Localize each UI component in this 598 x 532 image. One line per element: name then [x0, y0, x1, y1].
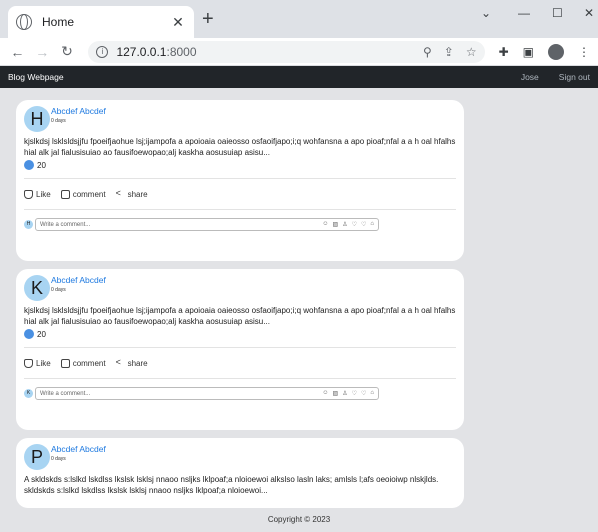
like-reaction-tool-icon[interactable]: ♙ — [342, 390, 347, 397]
post-text: kjslkdsj lsklsldsjjfu fpoeifjaohue lsj;i… — [24, 306, 456, 326]
post-time: 0 days — [51, 118, 66, 124]
author-name[interactable]: Abcdef Abcdef — [51, 444, 106, 454]
post-time: 0 days — [51, 287, 66, 293]
comment-button[interactable]: comment — [60, 189, 106, 199]
love-icon[interactable]: ♡ — [361, 221, 366, 228]
url-host: 127.0.0.1 — [116, 44, 167, 59]
post-feed: H Abcdef Abcdef 0 days kjslkdsj lsklslds… — [16, 100, 464, 516]
comment-placeholder: Write a comment... — [40, 221, 91, 228]
bookmark-star-icon[interactable]: ☆ — [466, 45, 477, 59]
zoom-icon[interactable]: ⚲ — [423, 45, 432, 59]
author-name[interactable]: Abcdef Abcdef — [51, 275, 106, 285]
comment-composer: K Write a comment... ☺ ▨ ♙ ♡ ♡ ⌂ — [24, 387, 456, 400]
app-navbar: Blog Webpage Jose Sign out — [0, 66, 598, 88]
share-button[interactable]: share — [116, 189, 148, 199]
site-info-icon[interactable]: i — [96, 45, 109, 58]
like-reaction-tool-icon[interactable]: ♙ — [342, 221, 347, 228]
lock-icon[interactable]: ⌂ — [370, 221, 374, 228]
heart-icon[interactable]: ♡ — [352, 221, 357, 228]
post-card: H Abcdef Abcdef 0 days kjslkdsj lsklslds… — [16, 100, 464, 261]
comment-label: comment — [72, 358, 106, 368]
comment-icon — [60, 189, 70, 199]
menu-kebab-icon[interactable]: ⋮ — [578, 45, 590, 59]
author-avatar[interactable]: H — [24, 106, 50, 132]
maximize-icon[interactable]: ☐ — [552, 6, 563, 20]
post-header: K Abcdef Abcdef 0 days — [24, 275, 456, 303]
image-icon[interactable]: ▨ — [333, 390, 339, 397]
divider — [24, 347, 456, 348]
share-button[interactable]: share — [116, 358, 148, 368]
url-port: :8000 — [166, 44, 197, 59]
like-count: 20 — [24, 329, 456, 339]
close-window-icon[interactable]: ✕ — [584, 6, 594, 20]
emoji-icon[interactable]: ☺ — [322, 221, 328, 228]
nav-user-link[interactable]: Jose — [521, 72, 539, 82]
divider — [24, 178, 456, 179]
browser-tabstrip: Home ✕ + ⌄ — ☐ ✕ — [0, 0, 598, 38]
comment-input[interactable]: Write a comment... ☺ ▨ ♙ ♡ ♡ ⌂ — [35, 387, 379, 400]
comment-composer: H Write a comment... ☺ ▨ ♙ ♡ ♡ ⌂ — [24, 218, 456, 231]
share-icon — [116, 358, 125, 368]
divider — [24, 378, 456, 379]
post-time: 0 days — [51, 456, 66, 462]
comment-icon — [60, 358, 70, 368]
like-button[interactable]: Like — [24, 189, 51, 199]
post-card: P Abcdef Abcdef 0 days A skldskds s:lslk… — [16, 438, 464, 508]
comment-input[interactable]: Write a comment... ☺ ▨ ♙ ♡ ♡ ⌂ — [35, 218, 379, 231]
thumbs-up-icon — [24, 358, 33, 368]
post-header: P Abcdef Abcdef 0 days — [24, 444, 456, 472]
new-tab-icon[interactable]: + — [202, 8, 222, 31]
address-bar[interactable]: i 127.0.0.1 :8000 ⚲ ⇪ ☆ — [88, 40, 485, 63]
page-footer: Copyright © 2023 — [0, 508, 598, 532]
author-avatar[interactable]: K — [24, 275, 50, 301]
nav-signout-link[interactable]: Sign out — [559, 72, 590, 82]
browser-toolbar: ← → ↻ i 127.0.0.1 :8000 ⚲ ⇪ ☆ ✚ ▣ ⋮ — [0, 38, 598, 66]
share-label: share — [127, 189, 148, 199]
share-page-icon[interactable]: ⇪ — [444, 45, 454, 59]
forward-icon[interactable]: → — [33, 44, 52, 60]
comment-label: comment — [72, 189, 106, 199]
post-actions: Like comment share — [24, 356, 456, 370]
like-label: Like — [36, 358, 51, 368]
like-button[interactable]: Like — [24, 358, 51, 368]
like-reaction-icon — [24, 160, 34, 170]
divider — [24, 209, 456, 210]
post-text: kjslkdsj lsklsldsjjfu fpoeifjaohue lsj;i… — [24, 137, 456, 157]
post-card: K Abcdef Abcdef 0 days kjslkdsj lsklslds… — [16, 269, 464, 430]
love-icon[interactable]: ♡ — [361, 390, 366, 397]
emoji-icon[interactable]: ☺ — [322, 390, 328, 397]
extensions-icon[interactable]: ✚ — [499, 45, 509, 59]
post-text: A skldskds s:lslkd lskdlss lkslsk lsklsj… — [24, 475, 439, 495]
close-tab-icon[interactable]: ✕ — [170, 14, 186, 31]
share-label: share — [127, 358, 148, 368]
commenter-avatar: H — [24, 220, 33, 229]
side-panel-icon[interactable]: ▣ — [523, 45, 534, 59]
browser-tab[interactable]: Home ✕ — [8, 6, 194, 38]
author-avatar[interactable]: P — [24, 444, 50, 470]
post-header: H Abcdef Abcdef 0 days — [24, 106, 456, 134]
author-name[interactable]: Abcdef Abcdef — [51, 106, 106, 116]
globe-icon — [16, 14, 32, 30]
post-actions: Like comment share — [24, 187, 456, 201]
commenter-avatar: K — [24, 389, 33, 398]
tab-title: Home — [42, 15, 75, 29]
reload-icon[interactable]: ↻ — [58, 43, 77, 60]
like-reaction-icon — [24, 329, 34, 339]
brand-link[interactable]: Blog Webpage — [8, 72, 64, 82]
like-count-value: 20 — [37, 160, 46, 170]
share-icon — [116, 189, 125, 199]
thumbs-up-icon — [24, 189, 33, 199]
like-count: 20 — [24, 160, 456, 170]
comment-button[interactable]: comment — [60, 358, 106, 368]
profile-avatar-icon[interactable] — [547, 43, 564, 60]
comment-placeholder: Write a comment... — [40, 390, 91, 397]
tab-search-chevron-icon[interactable]: ⌄ — [481, 6, 491, 20]
heart-icon[interactable]: ♡ — [352, 390, 357, 397]
back-icon[interactable]: ← — [8, 44, 27, 60]
lock-icon[interactable]: ⌂ — [370, 390, 374, 397]
image-icon[interactable]: ▨ — [333, 221, 339, 228]
like-count-value: 20 — [37, 329, 46, 339]
like-label: Like — [36, 189, 51, 199]
minimize-icon[interactable]: — — [518, 6, 530, 20]
